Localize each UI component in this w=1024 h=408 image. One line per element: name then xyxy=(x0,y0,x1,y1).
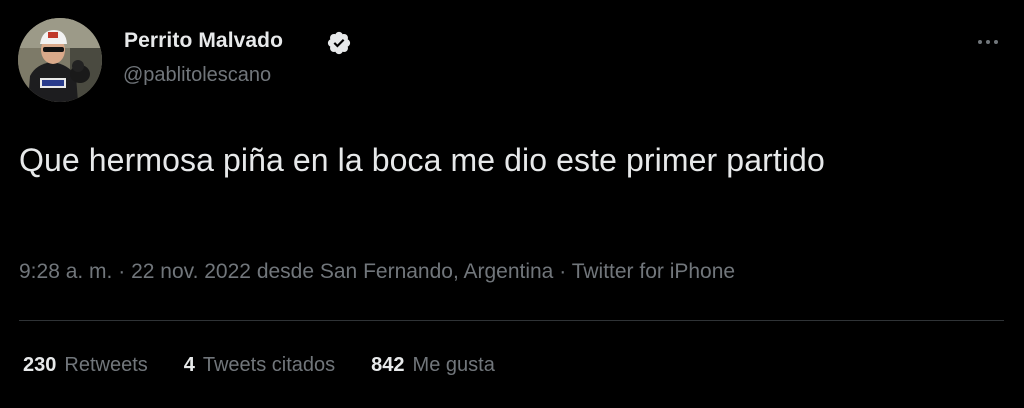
tweet-time[interactable]: 9:28 a. m. xyxy=(19,260,112,283)
retweets-count: 230 xyxy=(23,354,57,376)
tweet-stats: 230 Retweets 4 Tweets citados 842 Me gus… xyxy=(23,354,495,377)
avatar[interactable] xyxy=(18,18,102,102)
verified-badge-icon xyxy=(327,31,351,55)
likes-label: Me gusta xyxy=(412,354,495,376)
likes-stat[interactable]: 842 Me gusta xyxy=(371,354,495,377)
tweet-location: desde San Fernando, Argentina xyxy=(256,260,554,283)
author-handle[interactable]: @pablitolescano xyxy=(123,64,271,87)
meta-separator: · xyxy=(559,260,567,283)
likes-count: 842 xyxy=(371,354,405,376)
quote-tweets-label: Tweets citados xyxy=(202,354,336,376)
tweet-text: Que hermosa piña en la boca me dio este … xyxy=(19,142,825,178)
tweet-card: Perrito Malvado @pablitolescano Que herm… xyxy=(0,0,1024,408)
author-display-name[interactable]: Perrito Malvado xyxy=(124,29,283,53)
tweet-date[interactable]: 22 nov. 2022 xyxy=(131,260,251,283)
quote-tweets-count: 4 xyxy=(183,354,195,376)
tweet-metadata: 9:28 a. m. · 22 nov. 2022 desde San Fern… xyxy=(19,260,735,284)
meta-separator: · xyxy=(118,260,126,283)
retweets-stat[interactable]: 230 Retweets xyxy=(23,354,148,377)
quote-tweets-stat[interactable]: 4 Tweets citados xyxy=(184,354,335,377)
divider xyxy=(19,320,1004,321)
avatar-photo xyxy=(18,18,102,102)
more-options-icon[interactable] xyxy=(972,32,1004,52)
tweet-source[interactable]: Twitter for iPhone xyxy=(572,260,735,283)
more-dot xyxy=(978,40,982,44)
retweets-label: Retweets xyxy=(64,354,148,376)
more-dot xyxy=(986,40,990,44)
more-dot xyxy=(994,40,998,44)
